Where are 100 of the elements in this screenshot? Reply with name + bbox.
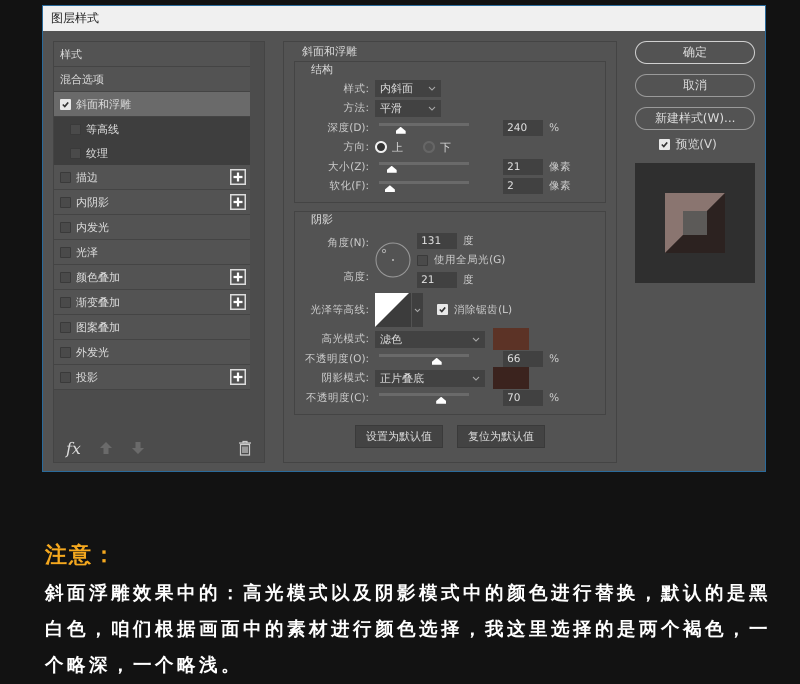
field-label: 软化(F):: [328, 179, 370, 194]
field-label: 大小(Z):: [327, 160, 370, 174]
caret-icon: [428, 86, 436, 92]
dropdown[interactable]: 正片叠底: [375, 370, 486, 387]
styles-list-item[interactable]: 混合选项: [54, 67, 250, 92]
styles-list-item[interactable]: 样式: [54, 42, 250, 67]
group-title: 阴影: [311, 212, 334, 227]
checkbox[interactable]: [60, 196, 71, 208]
field-label: 方向:: [342, 140, 370, 154]
number-field[interactable]: 70: [503, 390, 544, 406]
effect-list-item[interactable]: 描边: [54, 165, 250, 190]
field-label: 高光模式:: [320, 332, 370, 346]
dialog-button[interactable]: 新建样式(W)...: [635, 107, 756, 130]
trash-icon[interactable]: [238, 440, 252, 456]
effect-list-item[interactable]: 内发光: [54, 215, 250, 240]
add-icon[interactable]: [230, 369, 246, 385]
effect-label: 外发光: [76, 344, 109, 360]
add-icon[interactable]: [230, 194, 246, 210]
field-label: 方法:: [342, 101, 370, 116]
effect-label: 描边: [76, 170, 98, 184]
caret-icon: [428, 106, 436, 111]
slider-thumb[interactable]: [396, 126, 406, 134]
effect-list-item[interactable]: 投影: [54, 365, 250, 390]
field-label: 样式:: [342, 82, 370, 96]
checkbox[interactable]: [60, 322, 71, 332]
dropdown[interactable]: 平滑: [375, 100, 442, 117]
effect-list-item[interactable]: 内阴影: [54, 190, 250, 215]
unit-label: %: [549, 392, 560, 404]
effect-list-item[interactable]: 颜色叠加: [54, 265, 250, 290]
checkbox-label: 预览(V): [675, 136, 717, 153]
effect-label: 等高线: [86, 122, 119, 136]
note-heading: 注意：: [45, 542, 118, 570]
radio-option[interactable]: 下: [423, 140, 452, 155]
field-label: 阴影模式:: [320, 371, 370, 386]
effect-list-item[interactable]: 图案叠加: [54, 315, 250, 340]
checkbox-label: 使用全局光(G): [434, 253, 506, 268]
checkbox[interactable]: [60, 272, 71, 282]
number-field[interactable]: 240: [503, 120, 544, 136]
effect-label: 内发光: [76, 220, 109, 234]
checkbox[interactable]: [60, 172, 71, 182]
radio-option[interactable]: 上: [375, 140, 404, 155]
checkbox[interactable]: [60, 346, 71, 358]
effect-label: 内阴影: [76, 194, 109, 210]
slider-thumb[interactable]: [436, 396, 446, 404]
add-icon[interactable]: [230, 169, 246, 185]
checkbox[interactable]: [417, 254, 428, 266]
unit-label: 像素: [549, 179, 572, 194]
effect-label: 渐变叠加: [76, 294, 120, 310]
add-icon[interactable]: [230, 294, 246, 310]
effect-label: 光泽: [76, 244, 98, 260]
checkbox[interactable]: [60, 296, 71, 308]
dialog-button[interactable]: 取消: [635, 74, 756, 97]
unit-label: %: [549, 352, 560, 365]
default-button[interactable]: 设置为默认值: [355, 424, 444, 448]
window-title: 图层样式: [51, 10, 99, 27]
section-title: 斜面和浮雕: [302, 44, 358, 59]
contour-picker[interactable]: [375, 292, 424, 326]
unit-label: %: [549, 122, 560, 134]
unit-label: 度: [463, 234, 474, 248]
fx-button[interactable]: fx: [66, 438, 81, 458]
checkbox[interactable]: [60, 222, 71, 232]
group-title: 结构: [311, 62, 334, 77]
field-label: 不透明度(O):: [304, 352, 370, 366]
unit-label: 度: [463, 272, 474, 287]
add-icon[interactable]: [230, 269, 246, 285]
dropdown[interactable]: 滤色: [375, 330, 486, 348]
field-label: 高度:: [342, 270, 370, 284]
color-swatch[interactable]: [493, 328, 530, 350]
effect-label: 斜面和浮雕: [76, 96, 131, 112]
effect-list-item[interactable]: 斜面和浮雕: [54, 92, 250, 117]
checkbox-label: 消除锯齿(L): [454, 302, 512, 316]
dropdown[interactable]: 内斜面: [375, 80, 442, 98]
field-label: 深度(D):: [326, 120, 370, 135]
number-field[interactable]: 131: [417, 232, 458, 249]
default-button[interactable]: 复位为默认值: [457, 424, 546, 448]
note-paragraph: 斜面浮雕效果中的：高光模式以及阴影模式中的颜色进行替换，默认的是黑白色，咱们根据画面中的素材进行颜色选择，我这里选择的是两个褐色，一个略深，一个略浅。: [45, 582, 772, 678]
number-field[interactable]: 21: [417, 272, 458, 288]
slider-thumb[interactable]: [386, 166, 397, 173]
effect-label: 颜色叠加: [76, 270, 120, 284]
effect-label: 图案叠加: [76, 320, 120, 334]
angle-dial[interactable]: [375, 242, 412, 278]
checkbox[interactable]: [60, 246, 71, 258]
effect-list-item[interactable]: 渐变叠加: [54, 290, 250, 315]
effect-list-item[interactable]: 外发光: [54, 340, 250, 365]
caret-icon: [472, 336, 480, 342]
dialog-button[interactable]: 确定: [635, 41, 756, 64]
bevel-preview-drawing: [665, 193, 726, 253]
field-label: 角度(N):: [326, 236, 370, 250]
slider-thumb[interactable]: [432, 358, 442, 365]
unit-label: 像素: [549, 160, 572, 174]
effect-list-item[interactable]: 光泽: [54, 240, 250, 265]
color-swatch[interactable]: [493, 367, 530, 390]
number-field[interactable]: 21: [503, 158, 544, 175]
checkbox[interactable]: [60, 372, 71, 382]
number-field[interactable]: 66: [503, 350, 544, 367]
effect-label: 纹理: [86, 146, 108, 160]
number-field[interactable]: 2: [503, 178, 544, 194]
caret-icon: [472, 376, 480, 381]
field-label: 光泽等高线:: [310, 302, 370, 316]
slider-thumb[interactable]: [384, 185, 395, 192]
